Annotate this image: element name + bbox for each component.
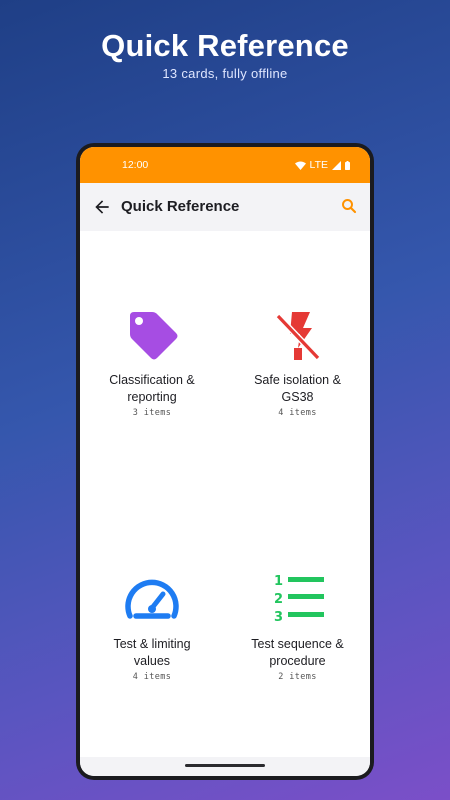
search-icon[interactable] — [340, 197, 358, 215]
home-indicator[interactable] — [185, 764, 265, 767]
svg-text:1: 1 — [274, 574, 283, 589]
phone-screen: 12:00 LTE Quick Reference Classification… — [80, 147, 370, 776]
card-label: Classification & reporting — [109, 372, 195, 405]
status-icons: LTE — [294, 159, 350, 171]
numbered-list-icon: 1 2 3 — [274, 574, 324, 625]
page-title: Quick Reference — [121, 198, 240, 215]
arrow-back-icon[interactable] — [92, 197, 112, 217]
power-off-icon — [275, 311, 320, 360]
card-classification-reporting[interactable]: Classification & reporting 3 items — [80, 231, 224, 494]
promo-subtitle: 13 cards, fully offline — [162, 66, 288, 81]
card-label: Test & limiting values — [113, 636, 191, 669]
gauge-icon — [125, 579, 179, 619]
gesture-nav-bar — [80, 757, 370, 776]
svg-text:2: 2 — [274, 592, 283, 607]
signal-icon — [332, 160, 341, 170]
card-count: 4 items — [278, 407, 317, 418]
promo-title: Quick Reference — [101, 28, 349, 63]
card-label: Test sequence & procedure — [251, 636, 344, 669]
card-count: 3 items — [132, 407, 172, 418]
svg-text:3: 3 — [274, 610, 283, 625]
wifi-icon — [294, 161, 306, 170]
card-test-sequence[interactable]: 1 2 3 Test sequence & procedure 2 items — [225, 495, 370, 758]
card-grid: Classification & reporting 3 items Safe … — [80, 231, 370, 758]
network-type: LTE — [309, 159, 328, 171]
battery-icon — [345, 160, 350, 170]
card-count: 2 items — [278, 671, 317, 682]
card-safe-isolation[interactable]: Safe isolation & GS38 4 items — [225, 231, 370, 494]
status-time: 12:00 — [122, 159, 149, 171]
tag-icon — [130, 311, 178, 359]
card-test-limiting-values[interactable]: Test & limiting values 4 items — [80, 495, 224, 758]
card-label: Safe isolation & GS38 — [254, 372, 341, 405]
app-bar: Quick Reference — [80, 183, 370, 232]
card-count: 4 items — [132, 671, 172, 682]
status-bar: 12:00 LTE — [80, 147, 370, 183]
